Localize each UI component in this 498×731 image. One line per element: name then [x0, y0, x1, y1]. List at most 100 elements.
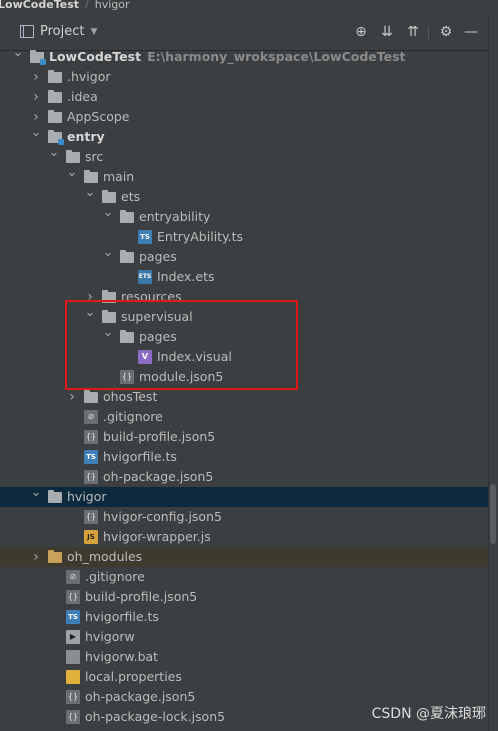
tree-item-label: Index.ets: [157, 267, 215, 287]
tree-row[interactable]: local.properties: [0, 667, 488, 687]
tree-item-label: hvigor: [67, 487, 107, 507]
chevron-down-icon[interactable]: ⌄: [48, 143, 60, 163]
tree-row[interactable]: TS EntryAbility.ts: [0, 227, 488, 247]
tree-item-label: .gitignore: [85, 567, 145, 587]
minimize-icon[interactable]: —: [462, 23, 480, 41]
project-view-dropdown[interactable]: Project ▼: [20, 24, 97, 39]
tree-item-name: build-profile.json5: [85, 589, 198, 604]
tree-row[interactable]: ⊘ .gitignore: [0, 567, 488, 587]
tree-row[interactable]: ⌄ hvigor: [0, 485, 488, 507]
folder-icon: [84, 170, 98, 183]
tree-item-name: hvigor: [67, 489, 107, 504]
tree-item-name: build-profile.json5: [103, 429, 216, 444]
tree-row[interactable]: ⌄ pages: [0, 245, 488, 267]
vertical-scrollbar[interactable]: [488, 14, 498, 731]
tree-item-name: LowCodeTest: [49, 49, 142, 64]
tree-item-name: hvigorfile.ts: [85, 609, 159, 624]
folder-icon: [102, 190, 116, 203]
tree-row[interactable]: › AppScope: [0, 107, 488, 127]
tree-row[interactable]: ⌄ main: [0, 165, 488, 187]
folder-icon: [66, 150, 80, 163]
tree-item-label: oh-package.json5: [85, 687, 195, 707]
tree-item-label: hvigorw: [85, 627, 135, 647]
chevron-right-icon[interactable]: ›: [30, 67, 42, 87]
tree-item-name: entry: [67, 129, 105, 144]
tree-item-name: local.properties: [85, 669, 182, 684]
tree-item-label: hvigor-wrapper.js: [103, 527, 211, 547]
tree-item-label: entry: [67, 127, 105, 147]
tree-item-name: .idea: [67, 89, 98, 104]
tree-row[interactable]: JS hvigor-wrapper.js: [0, 527, 488, 547]
tree-row[interactable]: ETS Index.ets: [0, 267, 488, 287]
tree-row[interactable]: ⌄ ets: [0, 185, 488, 207]
tree-item-label: build-profile.json5: [85, 587, 197, 607]
tree-row[interactable]: {} hvigor-config.json5: [0, 507, 488, 527]
tree-row[interactable]: ▶ hvigorw: [0, 627, 488, 647]
tree-item-name: main: [103, 169, 135, 184]
chevron-down-icon[interactable]: ⌄: [84, 183, 96, 203]
ts-file-icon: TS: [84, 450, 98, 464]
exec-file-icon: ▶: [66, 630, 80, 644]
tree-item-name: ohosTest: [103, 389, 158, 404]
collapse-all-icon[interactable]: ⇈: [404, 23, 422, 41]
chevron-down-icon[interactable]: ⌄: [12, 43, 24, 63]
tree-row[interactable]: ⊘ .gitignore: [0, 407, 488, 427]
tree-item-name: oh-package-lock.json5: [85, 709, 226, 724]
tree-item-name: hvigor-config.json5: [103, 509, 222, 524]
folder-icon: [48, 490, 62, 503]
tree-row[interactable]: {} build-profile.json5: [0, 427, 488, 447]
folder-icon: [120, 210, 134, 223]
chevron-right-icon[interactable]: ›: [30, 87, 42, 107]
tree-item-name: .gitignore: [85, 569, 145, 584]
gitignore-file-icon: ⊘: [66, 570, 80, 584]
ts-file-icon: TS: [66, 610, 80, 624]
crosshair-icon[interactable]: ⊕: [352, 23, 370, 41]
tree-row[interactable]: hvigorw.bat: [0, 647, 488, 667]
tree-item-label: hvigor-config.json5: [103, 507, 222, 527]
chevron-right-icon[interactable]: ›: [66, 387, 78, 407]
tree-row[interactable]: ⌄ entryability: [0, 205, 488, 227]
chevron-down-icon[interactable]: ⌄: [30, 483, 42, 503]
tree-row[interactable]: TS hvigorfile.ts: [0, 447, 488, 467]
chevron-down-icon[interactable]: ⌄: [66, 163, 78, 183]
tree-item-label: oh-package.json5: [103, 467, 213, 487]
json-file-icon: {}: [66, 590, 80, 604]
tree-item-label: ets: [121, 187, 140, 207]
json-file-icon: {}: [84, 470, 98, 484]
project-path: E:\harmony_wrokspace\LowCodeTest: [147, 49, 406, 64]
window-title: LowCodeTest: [0, 0, 80, 11]
tree-row[interactable]: ⌄ entry: [0, 125, 488, 147]
chevron-down-icon[interactable]: ⌄: [30, 123, 42, 143]
tree-item-label: oh-package-lock.json5: [85, 707, 225, 727]
tree-row[interactable]: ⌄ LowCodeTest E:\harmony_wrokspace\LowCode…: [0, 45, 488, 67]
module-folder-icon: [30, 50, 46, 65]
expand-all-icon[interactable]: ⇊: [378, 23, 396, 41]
folder-icon: [48, 70, 62, 83]
tree-item-label: build-profile.json5: [103, 427, 215, 447]
tree-row[interactable]: › oh_modules: [0, 547, 488, 567]
tree-row[interactable]: › .hvigor: [0, 67, 488, 87]
gear-icon[interactable]: ⚙: [437, 23, 455, 41]
tree-row[interactable]: {} oh-package.json5: [0, 467, 488, 487]
tree-item-name: Index.ets: [157, 269, 215, 284]
tree-item-name: hvigorfile.ts: [103, 449, 177, 464]
tree-item-label: hvigorfile.ts: [85, 607, 159, 627]
tree-item-label: .idea: [67, 87, 98, 107]
tree-row[interactable]: {} build-profile.json5: [0, 587, 488, 607]
chevron-down-icon[interactable]: ⌄: [102, 243, 114, 263]
tree-item-label: local.properties: [85, 667, 182, 687]
js-file-icon: JS: [84, 530, 98, 544]
chevron-right-icon[interactable]: ›: [30, 547, 42, 567]
tree-row[interactable]: TS hvigorfile.ts: [0, 607, 488, 627]
tree-item-name: hvigor-wrapper.js: [103, 529, 211, 544]
tree-row[interactable]: › .idea: [0, 87, 488, 107]
tree-item-label: hvigorw.bat: [85, 647, 158, 667]
text-file-icon: [66, 650, 80, 664]
tree-row[interactable]: › ohosTest: [0, 387, 488, 407]
json-file-icon: {}: [84, 430, 98, 444]
chevron-down-icon[interactable]: ⌄: [102, 203, 114, 223]
tree-item-label: hvigorfile.ts: [103, 447, 177, 467]
scrollbar-thumb[interactable]: [490, 484, 496, 544]
tree-item-label: .gitignore: [103, 407, 163, 427]
ts-file-icon: TS: [138, 230, 152, 244]
